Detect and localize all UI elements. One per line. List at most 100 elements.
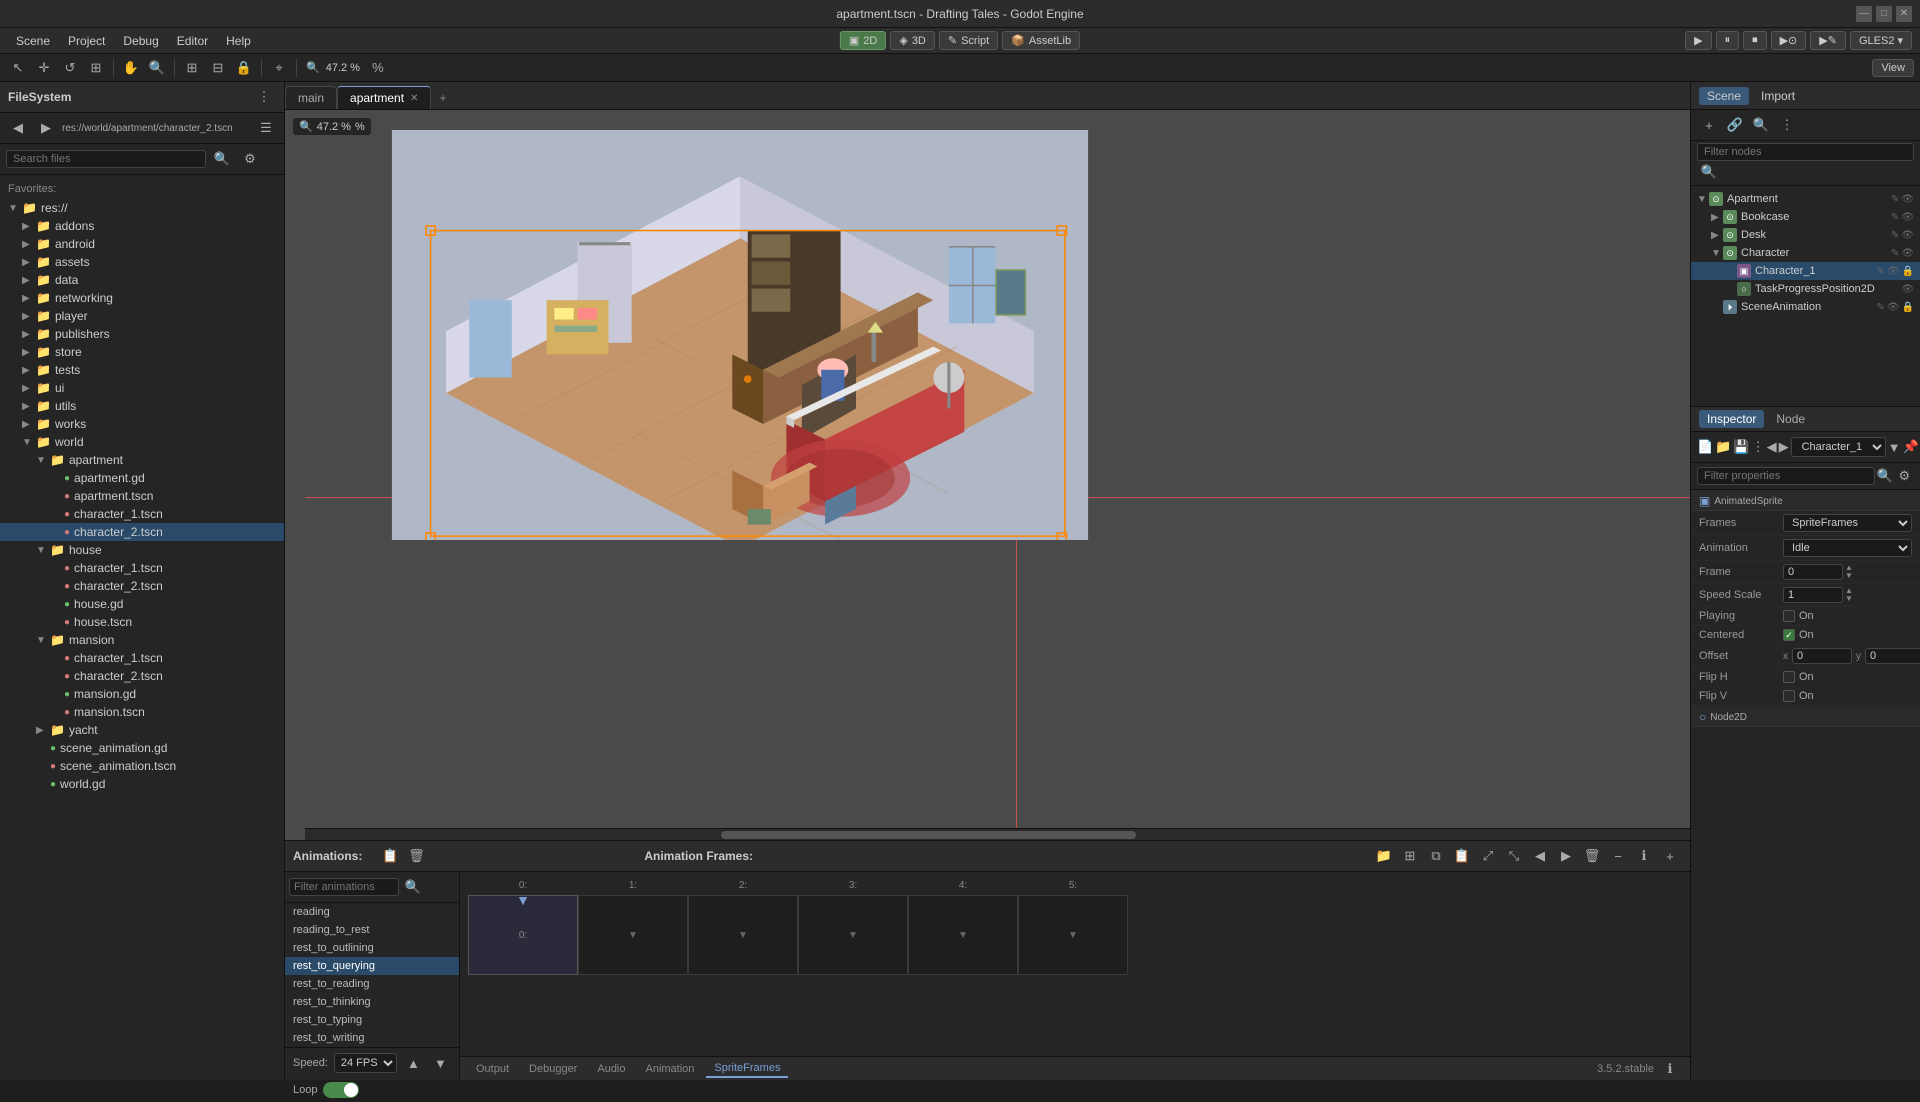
play-custom-button[interactable]: ▶✎: [1810, 31, 1846, 50]
tree-item-house-gd[interactable]: ▶●house.gd: [0, 595, 284, 613]
fs-search-input[interactable]: [6, 150, 206, 168]
tree-item-scene-anim-tscn[interactable]: ▶●scene_animation.tscn: [0, 757, 284, 775]
scene-tab-import[interactable]: Import: [1753, 87, 1803, 105]
node-icon-edit[interactable]: ✎: [1891, 194, 1899, 205]
viewport-canvas[interactable]: 🔍 47.2 % %: [285, 110, 1690, 840]
frame-cell-1[interactable]: ▼: [578, 895, 688, 975]
tree-item-mansion-char2[interactable]: ▶●character_2.tscn: [0, 667, 284, 685]
tree-item-works[interactable]: ▶📁works: [0, 415, 284, 433]
tree-item-scene-anim-gd[interactable]: ▶●scene_animation.gd: [0, 739, 284, 757]
anim-item-rest-to-querying[interactable]: rest_to_querying: [285, 957, 459, 975]
anim-item-rest-to-typing[interactable]: rest_to_typing: [285, 1011, 459, 1029]
prop-frame-down[interactable]: ▼: [1845, 572, 1853, 580]
bone-tool[interactable]: ⌖: [267, 57, 291, 79]
tree-item-player[interactable]: ▶📁player: [0, 307, 284, 325]
tree-item-house[interactable]: ▼📁house: [0, 541, 284, 559]
prop-offset-y[interactable]: [1865, 648, 1920, 664]
tree-item-publishers[interactable]: ▶📁publishers: [0, 325, 284, 343]
frame-cell-0[interactable]: ▼ 0:: [468, 895, 578, 975]
ins-more[interactable]: ⋮: [1752, 436, 1765, 458]
frame-cell-2[interactable]: ▼: [688, 895, 798, 975]
fs-back[interactable]: ◀: [6, 117, 30, 139]
menu-debug[interactable]: Debug: [115, 32, 166, 50]
ins-save[interactable]: 💾: [1733, 436, 1749, 458]
tree-item-networking[interactable]: ▶📁networking: [0, 289, 284, 307]
frames-expand-btn[interactable]: ⤢: [1476, 845, 1500, 867]
fs-menu-btn[interactable]: ⋮: [252, 86, 276, 108]
prop-centered-checkbox[interactable]: ✓: [1783, 629, 1795, 641]
anim-item-rest-to-thinking[interactable]: rest_to_thinking: [285, 993, 459, 1011]
anim-filter-btn[interactable]: 🔍: [401, 876, 425, 898]
snap-tool[interactable]: ⊞: [180, 57, 204, 79]
inspector-tab-node[interactable]: Node: [1768, 410, 1813, 428]
h-scrollbar[interactable]: [305, 828, 1690, 840]
ins-node-select[interactable]: Character_1: [1791, 437, 1886, 457]
btn-3d[interactable]: ◈ 3D: [890, 31, 935, 50]
tree-item-world[interactable]: ▼📁world: [0, 433, 284, 451]
frames-zoom-out[interactable]: −: [1606, 845, 1630, 867]
close-button[interactable]: ✕: [1896, 6, 1912, 22]
tree-item-house-char2[interactable]: ▶●character_2.tscn: [0, 577, 284, 595]
tree-item-mansion[interactable]: ▼📁mansion: [0, 631, 284, 649]
anim-item-rest-to-reading[interactable]: rest_to_reading: [285, 975, 459, 993]
node-sceneanim[interactable]: ▶ ⏵ SceneAnimation ✎ 👁 🔒: [1691, 298, 1920, 316]
frames-copy-btn[interactable]: ⧉: [1424, 845, 1448, 867]
minimize-button[interactable]: —: [1856, 6, 1872, 22]
ins-prev[interactable]: ◀: [1767, 436, 1777, 458]
ins-pin[interactable]: 📌: [1902, 436, 1918, 458]
tree-item-house-char1[interactable]: ▶●character_1.tscn: [0, 559, 284, 577]
ins-next[interactable]: ▶: [1779, 436, 1789, 458]
menu-project[interactable]: Project: [60, 32, 113, 50]
btn-script[interactable]: ✎ Script: [939, 31, 998, 50]
frames-grid-btn[interactable]: ⊞: [1398, 845, 1422, 867]
tree-item-res[interactable]: ▼📁res://: [0, 199, 284, 217]
rotate-tool[interactable]: ↺: [58, 57, 82, 79]
pan-tool[interactable]: ✋: [119, 57, 143, 79]
tree-item-mansion-gd[interactable]: ▶●mansion.gd: [0, 685, 284, 703]
node-taskprogress[interactable]: ▶ ○ TaskProgressPosition2D 👁: [1691, 280, 1920, 298]
speed-up-btn[interactable]: ▲: [403, 1052, 424, 1074]
frame-cell-3[interactable]: ▼: [798, 895, 908, 975]
anim-item-rest-to-writing[interactable]: rest_to_writing: [285, 1029, 459, 1047]
anim-delete-btn[interactable]: 🗑: [404, 845, 428, 867]
frames-delete-btn[interactable]: 🗑: [1580, 845, 1604, 867]
frames-paste-btn[interactable]: 📋: [1450, 845, 1474, 867]
tree-item-apartment[interactable]: ▼📁apartment: [0, 451, 284, 469]
loop-toggle[interactable]: [323, 1082, 359, 1098]
fs-filter-btn[interactable]: ⚙: [238, 148, 262, 170]
scene-tab-scene[interactable]: Scene: [1699, 87, 1749, 105]
move-tool[interactable]: ✛: [32, 57, 56, 79]
gles-badge[interactable]: GLES2 ▾: [1850, 31, 1912, 50]
anim-item-reading-to-rest[interactable]: reading_to_rest: [285, 921, 459, 939]
node-character[interactable]: ▼ ⊙ Character ✎ 👁: [1691, 244, 1920, 262]
tree-item-addons[interactable]: ▶📁addons: [0, 217, 284, 235]
node-desk[interactable]: ▶ ⊙ Desk ✎ 👁: [1691, 226, 1920, 244]
stop-button[interactable]: ⏹: [1743, 31, 1767, 50]
tree-item-tests[interactable]: ▶📁tests: [0, 361, 284, 379]
frames-next-btn[interactable]: ▶: [1554, 845, 1578, 867]
tree-item-yacht[interactable]: ▶📁yacht: [0, 721, 284, 739]
zoom-tool[interactable]: 🔍: [145, 57, 169, 79]
prop-speed-scale-input[interactable]: [1783, 587, 1843, 603]
tab-audio[interactable]: Audio: [589, 1061, 633, 1077]
frames-prev-btn[interactable]: ◀: [1528, 845, 1552, 867]
prop-frames-select[interactable]: SpriteFrames: [1783, 514, 1912, 532]
scene-more-btn[interactable]: ⋮: [1775, 114, 1799, 136]
node-character1[interactable]: ▶ ▣ Character_1 ✎ 👁 🔒: [1691, 262, 1920, 280]
h-scrollbar-thumb[interactable]: [721, 831, 1137, 839]
menu-scene[interactable]: Scene: [8, 32, 58, 50]
prop-speed-scale-down[interactable]: ▼: [1845, 595, 1853, 603]
tree-item-android[interactable]: ▶📁android: [0, 235, 284, 253]
frame-cell-5[interactable]: ▼: [1018, 895, 1128, 975]
tree-item-utils[interactable]: ▶📁utils: [0, 397, 284, 415]
pause-button[interactable]: ⏸: [1716, 31, 1740, 50]
scale-tool[interactable]: ⊞: [84, 57, 108, 79]
tree-item-house-tscn[interactable]: ▶●house.tscn: [0, 613, 284, 631]
menu-editor[interactable]: Editor: [169, 32, 216, 50]
speed-down-btn[interactable]: ▼: [430, 1052, 451, 1074]
fs-list-btn[interactable]: ☰: [254, 117, 278, 139]
tree-item-world-gd[interactable]: ▶●world.gd: [0, 775, 284, 793]
prop-frame-input[interactable]: [1783, 564, 1843, 580]
scene-filter-btn[interactable]: 🔍: [1749, 114, 1773, 136]
frames-info[interactable]: ℹ: [1632, 845, 1656, 867]
